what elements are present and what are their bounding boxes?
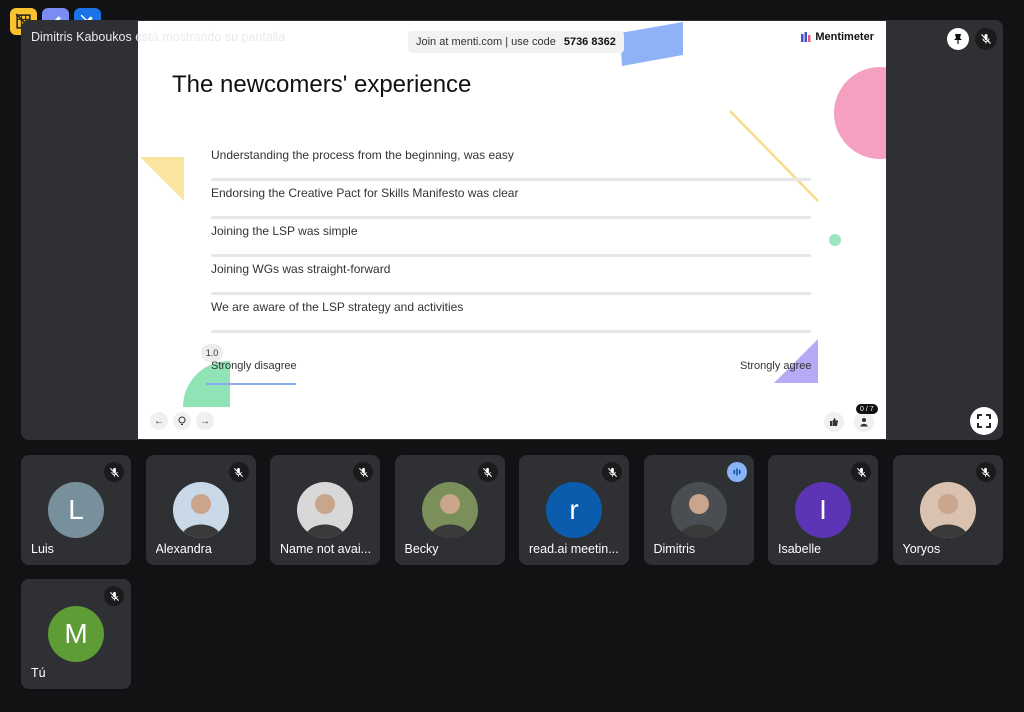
avatar-initial: I xyxy=(795,482,851,538)
avatar-letter: r xyxy=(569,494,579,525)
presenter-caption: Dimitris Kaboukos está mostrando su pant… xyxy=(31,30,286,44)
reaction-button[interactable] xyxy=(824,412,844,432)
muted-indicator xyxy=(851,462,871,482)
join-code: 5736 8362 xyxy=(563,36,616,48)
avatar-photo xyxy=(919,482,976,538)
statement-row: Endorsing the Creative Pact for Skills M… xyxy=(211,181,811,219)
participant-tile[interactable]: r read.ai meetin... xyxy=(519,455,629,565)
participant-tile[interactable]: Alexandra xyxy=(145,455,256,565)
mic-off-icon xyxy=(980,467,991,477)
avatar-photo xyxy=(297,482,353,538)
statement-row: Understanding the process from the begin… xyxy=(211,143,811,181)
statement-row: Joining the LSP was simple xyxy=(211,219,811,257)
presentation-slide: Join at menti.com | use code 5736 8362 M… xyxy=(138,21,886,439)
join-instructions: Join at menti.com | use code 5736 8362 xyxy=(408,31,624,53)
muted-indicator xyxy=(104,586,124,606)
mic-off-icon xyxy=(482,467,493,477)
pin-button[interactable] xyxy=(947,28,969,50)
mic-off-icon xyxy=(233,467,244,477)
participant-name: read.ai meetin... xyxy=(529,542,619,556)
avatar-photo xyxy=(670,482,727,538)
mic-off-icon xyxy=(856,467,866,477)
brand-name: Mentimeter xyxy=(815,31,874,43)
participant-tile[interactable]: I Isabelle xyxy=(768,455,878,565)
speaking-indicator xyxy=(726,462,747,482)
arrow-left-icon: ← xyxy=(154,415,164,427)
avatar-photo xyxy=(421,482,478,538)
muted-indicator xyxy=(602,462,622,482)
arrow-right-icon: → xyxy=(200,415,210,427)
person-photo-icon xyxy=(180,494,221,538)
person-photo-icon xyxy=(305,494,345,538)
statement-text: Joining WGs was straight-forward xyxy=(211,262,391,276)
statement-row: We are aware of the LSP strategy and act… xyxy=(211,295,811,333)
mic-off-icon xyxy=(109,467,119,477)
fullscreen-button[interactable] xyxy=(970,407,998,435)
meeting-window: Join at menti.com | use code 5736 8362 M… xyxy=(0,0,1024,712)
mic-off-icon xyxy=(607,467,617,477)
avatar-letter: M xyxy=(64,618,88,649)
participant-name: Isabelle xyxy=(778,542,822,556)
muted-indicator xyxy=(975,462,996,482)
statement-text: Endorsing the Creative Pact for Skills M… xyxy=(211,186,519,200)
person-photo-icon xyxy=(429,494,470,538)
audience-count-badge: 0 / 7 xyxy=(856,404,878,414)
mentimeter-icon xyxy=(801,32,811,42)
person-photo-icon xyxy=(927,494,968,538)
avatar-initial: L xyxy=(48,482,104,538)
lightbulb-icon xyxy=(178,416,186,425)
thumbs-up-icon xyxy=(830,418,838,426)
statement-track xyxy=(211,330,811,333)
scale-min-label: Strongly disagree xyxy=(211,360,297,372)
participant-tile[interactable]: Dimitris xyxy=(643,455,754,565)
scale-max-label: Strongly agree xyxy=(740,360,812,372)
presenter-mic-status xyxy=(975,28,997,50)
muted-indicator xyxy=(353,462,373,482)
person-photo-icon xyxy=(678,494,719,538)
hint-button[interactable] xyxy=(173,412,191,430)
mentimeter-logo: Mentimeter xyxy=(801,31,874,43)
participant-name: Becky xyxy=(404,542,439,556)
fullscreen-icon xyxy=(977,414,991,428)
participant-tile[interactable]: Becky xyxy=(394,455,505,565)
avatar-initial: M xyxy=(48,606,104,662)
mic-off-icon xyxy=(358,467,368,477)
muted-indicator xyxy=(477,462,498,482)
statement-text: Joining the LSP was simple xyxy=(211,224,358,238)
participant-name: Alexandra xyxy=(155,542,212,556)
avatar-letter: L xyxy=(68,494,84,525)
scale-indicator-bar xyxy=(206,383,296,385)
participant-name: Luis xyxy=(31,542,54,556)
mic-off-icon xyxy=(109,591,119,601)
join-text: Join at menti.com | use code xyxy=(416,36,556,48)
muted-indicator xyxy=(228,462,249,482)
avatar-initial: r xyxy=(546,482,602,538)
participant-tile[interactable]: Yoryos xyxy=(892,455,1003,565)
pin-icon xyxy=(954,34,962,44)
screen-share-stage: Join at menti.com | use code 5736 8362 M… xyxy=(21,20,1003,440)
next-slide-button[interactable]: → xyxy=(196,412,214,430)
previous-slide-button[interactable]: ← xyxy=(150,412,168,430)
participant-tile[interactable]: Name not avai... xyxy=(270,455,380,565)
statement-text: Understanding the process from the begin… xyxy=(211,148,514,162)
avatar-letter: I xyxy=(819,494,827,525)
statement-text: We are aware of the LSP strategy and act… xyxy=(211,300,464,314)
muted-indicator xyxy=(104,462,124,482)
avatar-photo xyxy=(172,482,229,538)
audience-button[interactable] xyxy=(854,412,874,432)
person-icon xyxy=(860,418,868,427)
participant-tile[interactable]: M Tú xyxy=(21,579,131,689)
participant-tile[interactable]: L Luis xyxy=(21,455,131,565)
participant-name: Yoryos xyxy=(902,542,941,556)
slide-title: The newcomers' experience xyxy=(172,71,472,98)
mic-off-icon xyxy=(981,34,991,44)
statement-row: Joining WGs was straight-forward xyxy=(211,257,811,295)
audio-level-icon xyxy=(733,468,740,476)
participant-name: Dimitris xyxy=(653,542,696,556)
participant-name: Name not avai... xyxy=(280,542,372,556)
participant-name: Tú xyxy=(31,666,46,680)
